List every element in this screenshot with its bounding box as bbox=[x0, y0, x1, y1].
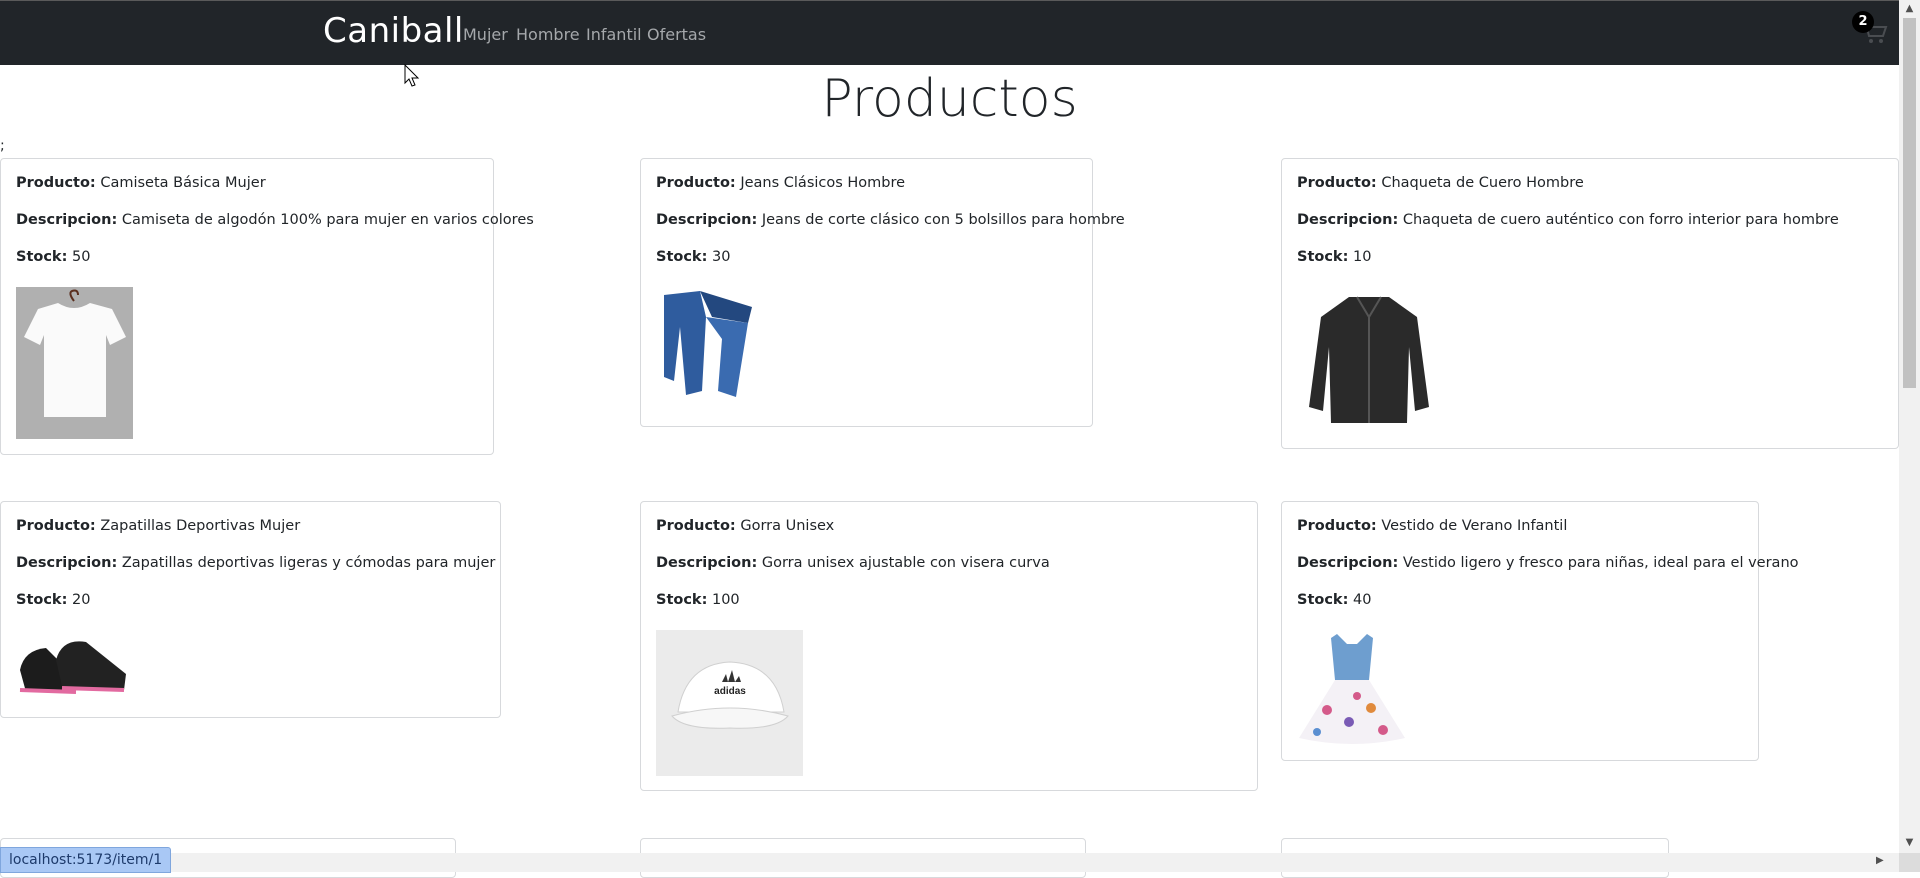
description-label: Descripcion: bbox=[1297, 212, 1399, 228]
navbar: Caniball Mujer Hombre Infantil Ofertas 2 bbox=[0, 0, 1899, 65]
summer-dress-image bbox=[1299, 634, 1405, 744]
page-title: Productos bbox=[821, 69, 1078, 129]
product-stock: 20 bbox=[71, 592, 91, 608]
stock-label: Stock: bbox=[656, 592, 708, 608]
nav-link-ofertas[interactable]: Ofertas bbox=[647, 25, 706, 44]
nav-link-mujer[interactable]: Mujer bbox=[463, 25, 508, 44]
scrollbar-corner bbox=[1899, 853, 1920, 872]
product-name: Zapatillas Deportivas Mujer bbox=[100, 518, 301, 534]
description-label: Descripcion: bbox=[16, 555, 118, 571]
product-label: Producto: bbox=[1297, 518, 1377, 534]
product-description: Camiseta de algodón 100% para mujer en v… bbox=[121, 212, 534, 228]
product-description: Vestido ligero y fresco para niñas, idea… bbox=[1402, 555, 1799, 571]
product-card[interactable]: Producto: Vestido de Verano Infantil Des… bbox=[1281, 501, 1799, 761]
product-name: Jeans Clásicos Hombre bbox=[740, 175, 906, 191]
product-label: Producto: bbox=[16, 518, 96, 534]
svg-text:adidas: adidas bbox=[714, 686, 746, 697]
cart-count-badge: 2 bbox=[1852, 11, 1874, 33]
product-name: Camiseta Básica Mujer bbox=[100, 175, 266, 191]
description-label: Descripcion: bbox=[1297, 555, 1399, 571]
stray-text: ; bbox=[0, 138, 5, 154]
product-label: Producto: bbox=[16, 175, 96, 191]
product-name: Chaqueta de Cuero Hombre bbox=[1381, 175, 1584, 191]
brand-logo[interactable]: Caniball bbox=[323, 11, 464, 51]
description-label: Descripcion: bbox=[16, 212, 118, 228]
white-tshirt-image bbox=[16, 287, 133, 439]
product-description: Jeans de corte clásico con 5 bolsillos p… bbox=[761, 212, 1125, 228]
blue-jeans-image bbox=[664, 291, 752, 397]
cap-image: adidas bbox=[656, 630, 803, 776]
scroll-up-arrow-icon[interactable]: ▲ bbox=[1903, 2, 1916, 16]
product-description: Zapatillas deportivas ligeras y cómodas … bbox=[121, 555, 496, 571]
description-label: Descripcion: bbox=[656, 212, 758, 228]
vertical-scroll-thumb[interactable] bbox=[1903, 18, 1916, 388]
scroll-right-arrow-icon[interactable]: ▶ bbox=[1876, 855, 1884, 866]
nav-link-hombre[interactable]: Hombre bbox=[516, 25, 580, 44]
product-card[interactable]: Producto: Jeans Clásicos Hombre Descripc… bbox=[640, 158, 1125, 427]
product-card[interactable]: Producto: Zapatillas Deportivas Mujer De… bbox=[0, 501, 501, 718]
product-card[interactable]: Producto: Camiseta Básica Mujer Descripc… bbox=[0, 158, 534, 455]
nav-link-infantil[interactable]: Infantil bbox=[586, 25, 642, 44]
product-stock: 30 bbox=[711, 249, 731, 265]
stock-label: Stock: bbox=[1297, 249, 1349, 265]
product-name: Vestido de Verano Infantil bbox=[1381, 518, 1568, 534]
scroll-down-arrow-icon[interactable]: ▼ bbox=[1903, 836, 1916, 850]
stock-label: Stock: bbox=[656, 249, 708, 265]
product-stock: 40 bbox=[1352, 592, 1372, 608]
product-label: Producto: bbox=[656, 175, 736, 191]
product-stock: 50 bbox=[71, 249, 91, 265]
product-card[interactable]: Producto: Gorra Unisex Descripcion: Gorr… bbox=[640, 501, 1258, 791]
product-description: Chaqueta de cuero auténtico con forro in… bbox=[1402, 212, 1839, 228]
product-label: Producto: bbox=[656, 518, 736, 534]
horizontal-scrollbar[interactable] bbox=[0, 853, 1899, 872]
stock-label: Stock: bbox=[16, 249, 68, 265]
mouse-cursor-icon bbox=[404, 64, 420, 87]
leather-jacket-image bbox=[1309, 296, 1429, 423]
status-bar-url: localhost:5173/item/1 bbox=[0, 847, 172, 873]
product-stock: 100 bbox=[711, 592, 740, 608]
product-name: Gorra Unisex bbox=[740, 518, 835, 534]
product-stock: 10 bbox=[1352, 249, 1372, 265]
product-label: Producto: bbox=[1297, 175, 1377, 191]
product-card[interactable]: Producto: Chaqueta de Cuero Hombre Descr… bbox=[1281, 158, 1899, 449]
description-label: Descripcion: bbox=[656, 555, 758, 571]
stock-label: Stock: bbox=[1297, 592, 1349, 608]
stock-label: Stock: bbox=[16, 592, 68, 608]
product-description: Gorra unisex ajustable con visera curva bbox=[761, 555, 1050, 571]
sneakers-image bbox=[19, 641, 126, 694]
